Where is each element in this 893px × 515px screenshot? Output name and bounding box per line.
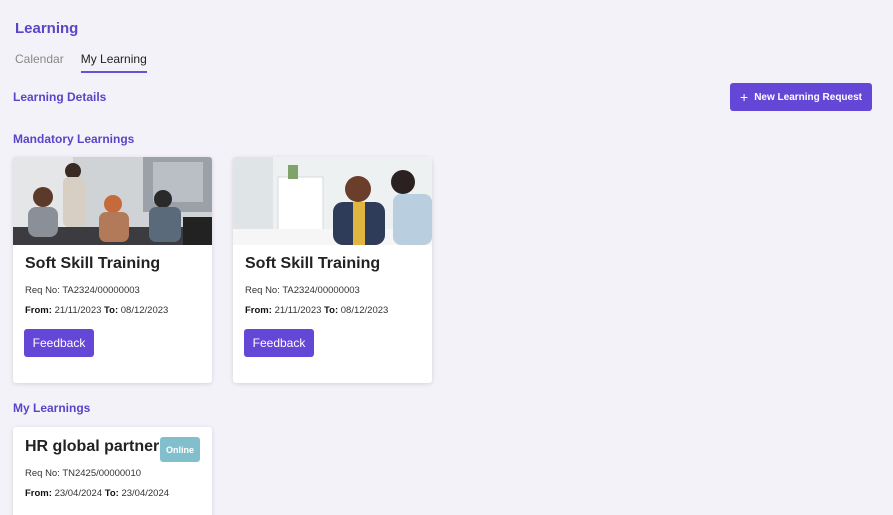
new-learning-request-label: New Learning Request [754, 91, 862, 103]
request-number: Req No: TA2324/00000003 [245, 285, 360, 296]
feedback-button[interactable]: Feedback [244, 329, 314, 357]
request-number: Req No: TN2425/00000010 [25, 468, 142, 479]
date-range: From: 21/11/2023 To: 08/12/2023 [25, 305, 169, 316]
request-number: Req No: TA2324/00000003 [25, 285, 140, 296]
tab-calendar[interactable]: Calendar [15, 52, 64, 73]
card-title: HR global partner [25, 438, 160, 455]
online-badge: Online [160, 437, 200, 462]
mandatory-learning-card[interactable]: Soft Skill Training Req No: TA2324/00000… [233, 157, 432, 383]
training-image [13, 157, 212, 245]
my-learnings-heading: My Learnings [13, 401, 91, 415]
learning-details-heading: Learning Details [13, 90, 107, 104]
card-title: Soft Skill Training [25, 255, 161, 272]
training-image [233, 157, 432, 245]
tab-my-learning[interactable]: My Learning [80, 52, 147, 73]
mandatory-learning-card[interactable]: Soft Skill Training Req No: TA2324/00000… [13, 157, 212, 383]
page-title: Learning [15, 20, 79, 37]
my-learning-card[interactable]: HR global partner Online Req No: TN2425/… [13, 427, 212, 515]
card-title: Soft Skill Training [245, 255, 381, 272]
new-learning-request-button[interactable]: + New Learning Request [730, 83, 872, 111]
feedback-button[interactable]: Feedback [24, 329, 94, 357]
plus-icon: + [740, 89, 749, 105]
tab-bar: Calendar My Learning [15, 52, 147, 73]
mandatory-learnings-heading: Mandatory Learnings [13, 132, 135, 146]
date-range: From: 21/11/2023 To: 08/12/2023 [245, 305, 389, 316]
date-range: From: 23/04/2024 To: 23/04/2024 [25, 488, 170, 499]
